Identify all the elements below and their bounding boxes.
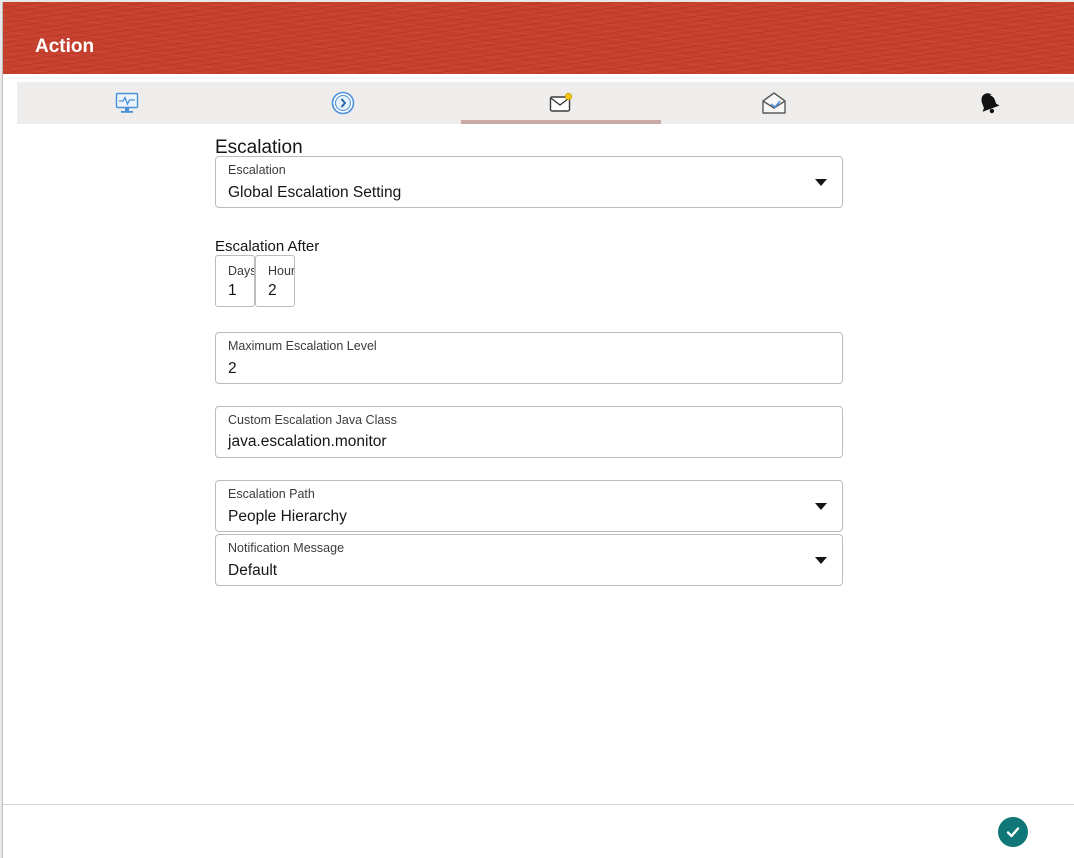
caret-down-icon[interactable] [815, 179, 827, 186]
open-envelope-icon [762, 92, 786, 114]
custom-java-class-value: java.escalation.monitor [228, 433, 387, 450]
bell-icon [981, 93, 1000, 114]
max-escalation-level-input[interactable]: Maximum Escalation Level 2 [215, 332, 843, 384]
tab-alert[interactable] [889, 82, 1074, 124]
max-escalation-level-label: Maximum Escalation Level [228, 339, 377, 353]
footer-divider [3, 804, 1074, 805]
custom-java-class-input[interactable]: Custom Escalation Java Class java.escala… [215, 406, 843, 458]
tab-schedule[interactable] [243, 82, 443, 124]
days-value: 1 [228, 282, 237, 299]
tab-escalation[interactable] [461, 82, 661, 124]
escalation-label: Escalation [228, 163, 286, 177]
custom-java-class-label: Custom Escalation Java Class [228, 413, 397, 427]
days-label: Days [228, 264, 255, 278]
escalation-select[interactable]: Escalation Global Escalation Setting [215, 156, 843, 208]
tab-message[interactable] [674, 82, 874, 124]
caret-down-icon[interactable] [815, 503, 827, 510]
notification-message-select[interactable]: Notification Message Default [215, 534, 843, 586]
escalation-path-value: People Hierarchy [228, 508, 347, 525]
escalation-after-label: Escalation After [215, 238, 320, 255]
hours-label: Hours [268, 264, 295, 278]
monitor-icon [115, 92, 139, 113]
confirm-button[interactable] [998, 817, 1028, 847]
escalation-value: Global Escalation Setting [228, 184, 402, 201]
notification-message-label: Notification Message [228, 541, 345, 555]
notification-message-value: Default [228, 562, 278, 579]
hours-value: 2 [268, 282, 277, 299]
action-dialog: Action Escalation Escalation Global Esca… [2, 2, 1074, 858]
days-input[interactable]: Days 1 [215, 255, 255, 307]
mail-notification-icon [549, 92, 573, 112]
dialog-header: Action [3, 2, 1074, 74]
checkmark-icon [1006, 827, 1020, 838]
clock-icon [331, 91, 355, 115]
escalation-path-label: Escalation Path [228, 487, 315, 501]
tab-bar [17, 82, 1074, 124]
dialog-title: Action [35, 36, 95, 57]
escalation-path-select[interactable]: Escalation Path People Hierarchy [215, 480, 843, 532]
tab-monitor[interactable] [27, 82, 227, 124]
caret-down-icon[interactable] [815, 557, 827, 564]
max-escalation-level-value: 2 [228, 360, 237, 377]
hours-input[interactable]: Hours 2 [255, 255, 295, 307]
